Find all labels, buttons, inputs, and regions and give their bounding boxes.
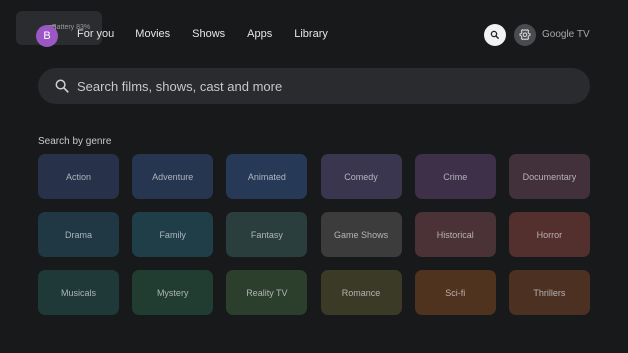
genre-label: Mystery bbox=[156, 287, 189, 298]
search-button[interactable] bbox=[484, 24, 506, 46]
genre-tile-musicals[interactable]: Musicals bbox=[38, 270, 119, 315]
genre-tile-fantasy[interactable]: Fantasy bbox=[226, 212, 308, 257]
settings-button[interactable] bbox=[514, 24, 536, 46]
genre-tile-crime[interactable]: Crime bbox=[414, 154, 496, 199]
genre-tile-game-shows[interactable]: Game Shows bbox=[320, 212, 402, 257]
genre-label: Sci-fi bbox=[445, 287, 466, 298]
genre-label: Animated bbox=[247, 171, 286, 182]
genre-label: Documentary bbox=[522, 171, 577, 182]
genre-tile-family[interactable]: Family bbox=[132, 212, 214, 257]
google-tv-logo: Google TV bbox=[542, 29, 590, 40]
genre-section-heading: Search by genre bbox=[38, 136, 112, 147]
top-nav: For you Movies Shows Apps Library bbox=[77, 28, 350, 40]
genre-tile-horror[interactable]: Horror bbox=[508, 212, 590, 257]
genre-tile-reality-tv[interactable]: Reality TV bbox=[226, 270, 308, 315]
genre-label: Game Shows bbox=[334, 229, 389, 240]
genre-label: Historical bbox=[436, 229, 474, 240]
genre-tile-adventure[interactable]: Adventure bbox=[132, 154, 214, 199]
genre-tile-animated[interactable]: Animated bbox=[226, 154, 308, 199]
genre-label: Family bbox=[159, 229, 186, 240]
avatar[interactable]: B bbox=[36, 25, 58, 47]
genre-label: Adventure bbox=[152, 171, 194, 182]
search-icon bbox=[55, 79, 69, 93]
nav-item-for-you[interactable]: For you bbox=[77, 28, 114, 40]
genre-label: Action bbox=[65, 171, 91, 182]
nav-item-shows[interactable]: Shows bbox=[192, 28, 225, 40]
nav-item-library[interactable]: Library bbox=[294, 28, 328, 40]
search-icon bbox=[490, 30, 499, 39]
genre-label: Horror bbox=[536, 229, 563, 240]
genre-label: Drama bbox=[64, 229, 92, 240]
genre-tile-sci-fi[interactable]: Sci-fi bbox=[414, 270, 496, 315]
genre-grid: Action Adventure Animated Comedy Crime D… bbox=[38, 154, 590, 315]
gear-icon bbox=[519, 29, 531, 41]
search-placeholder: Search films, shows, cast and more bbox=[77, 79, 283, 94]
avatar-initial: B bbox=[43, 30, 51, 42]
genre-label: Comedy bbox=[344, 171, 378, 182]
genre-tile-comedy[interactable]: Comedy bbox=[320, 154, 402, 199]
genre-tile-documentary[interactable]: Documentary bbox=[508, 154, 590, 199]
genre-tile-mystery[interactable]: Mystery bbox=[132, 270, 214, 315]
genre-tile-drama[interactable]: Drama bbox=[38, 212, 119, 257]
genre-label: Fantasy bbox=[250, 229, 283, 240]
genre-tile-romance[interactable]: Romance bbox=[320, 270, 402, 315]
genre-label: Musicals bbox=[60, 287, 96, 298]
genre-tile-action[interactable]: Action bbox=[38, 154, 119, 199]
bottom-fade bbox=[0, 313, 628, 353]
genre-label: Thrillers bbox=[533, 287, 566, 298]
genre-tile-historical[interactable]: Historical bbox=[414, 212, 496, 257]
genre-label: Crime bbox=[443, 171, 468, 182]
genre-label: Reality TV bbox=[246, 287, 288, 298]
nav-item-movies[interactable]: Movies bbox=[135, 28, 170, 40]
search-input[interactable]: Search films, shows, cast and more bbox=[38, 68, 590, 104]
genre-label: Romance bbox=[341, 287, 381, 298]
nav-item-apps[interactable]: Apps bbox=[247, 28, 272, 40]
genre-tile-thrillers[interactable]: Thrillers bbox=[508, 270, 590, 315]
